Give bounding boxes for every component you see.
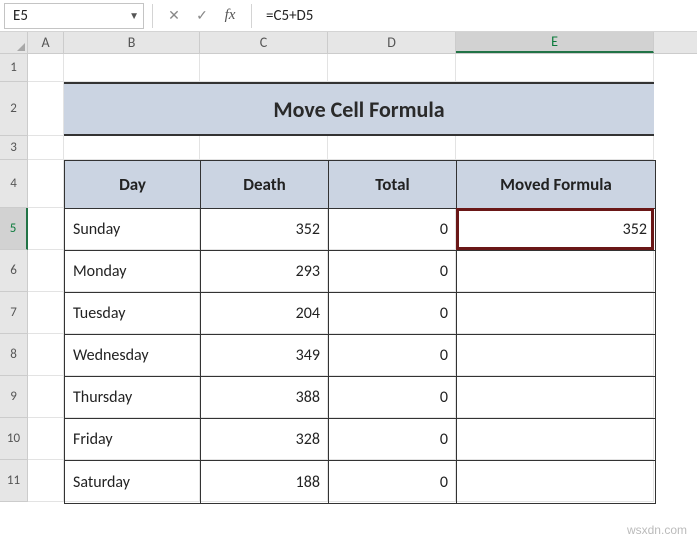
cell-day[interactable]: Saturday — [65, 461, 201, 503]
cell[interactable] — [28, 250, 64, 292]
row-header[interactable]: 6 — [0, 250, 28, 292]
cell-day[interactable]: Wednesday — [65, 335, 201, 377]
col-header-B[interactable]: B — [64, 32, 200, 53]
cell-total[interactable]: 0 — [329, 461, 457, 503]
cell[interactable] — [28, 136, 64, 160]
cell-death[interactable]: 328 — [201, 419, 329, 461]
row-header[interactable]: 5 — [0, 208, 28, 250]
cell-death[interactable]: 293 — [201, 251, 329, 293]
cell-moved[interactable]: 352 — [457, 209, 655, 251]
col-header-D[interactable]: D — [328, 32, 456, 53]
cell-total[interactable]: 0 — [329, 419, 457, 461]
separator — [152, 4, 153, 28]
cell-death[interactable]: 349 — [201, 335, 329, 377]
cell-total[interactable]: 0 — [329, 377, 457, 419]
name-box-dropdown-icon[interactable]: ▼ — [129, 9, 139, 22]
col-total-header: Total — [329, 161, 457, 209]
cell[interactable] — [200, 54, 328, 82]
page-title: Move Cell Formula — [64, 82, 654, 136]
name-box-value: E5 — [13, 7, 129, 25]
select-all-corner[interactable] — [0, 32, 28, 53]
row-header[interactable]: 9 — [0, 376, 28, 418]
cell-death[interactable]: 388 — [201, 377, 329, 419]
cell-total[interactable]: 0 — [329, 293, 457, 335]
formula-input[interactable]: =C5+D5 — [260, 3, 697, 29]
spreadsheet-grid: A B C D E 1 2 3 4 5 6 7 8 9 10 11 Move C… — [0, 32, 697, 502]
cell[interactable] — [28, 376, 64, 418]
cell[interactable] — [28, 160, 64, 208]
row-header[interactable]: 3 — [0, 136, 28, 160]
formula-bar: E5 ▼ ✕ ✓ fx =C5+D5 — [0, 0, 697, 32]
cell-day[interactable]: Tuesday — [65, 293, 201, 335]
cell-moved[interactable] — [457, 461, 655, 503]
cell[interactable] — [328, 54, 456, 82]
cell-moved[interactable] — [457, 251, 655, 293]
name-box[interactable]: E5 ▼ — [4, 3, 144, 29]
cell[interactable] — [64, 54, 200, 82]
cell[interactable] — [64, 136, 200, 160]
col-header-A[interactable]: A — [28, 32, 64, 53]
cell[interactable] — [200, 136, 328, 160]
cell[interactable] — [28, 292, 64, 334]
row-header[interactable]: 4 — [0, 160, 28, 208]
cell-moved[interactable] — [457, 293, 655, 335]
cell-death[interactable]: 352 — [201, 209, 329, 251]
fx-icon[interactable]: fx — [217, 4, 243, 28]
cell[interactable] — [28, 334, 64, 376]
cell-moved[interactable] — [457, 377, 655, 419]
row-header[interactable]: 11 — [0, 460, 28, 502]
cell-total[interactable]: 0 — [329, 209, 457, 251]
separator — [251, 4, 252, 28]
column-headers: A B C D E — [0, 32, 697, 54]
row-header[interactable]: 1 — [0, 54, 28, 82]
col-day-header: Day — [65, 161, 201, 209]
row-header[interactable]: 7 — [0, 292, 28, 334]
cell-death[interactable]: 188 — [201, 461, 329, 503]
cell[interactable] — [28, 54, 64, 82]
cell-day[interactable]: Friday — [65, 419, 201, 461]
cell[interactable] — [328, 136, 456, 160]
col-death-header: Death — [201, 161, 329, 209]
row-header[interactable]: 10 — [0, 418, 28, 460]
cell[interactable] — [28, 82, 64, 136]
cell[interactable] — [28, 418, 64, 460]
formula-bar-buttons: ✕ ✓ fx — [161, 4, 243, 28]
cell-day[interactable]: Thursday — [65, 377, 201, 419]
col-header-E[interactable]: E — [456, 32, 654, 53]
enter-icon[interactable]: ✓ — [189, 4, 215, 28]
cell-day[interactable]: Monday — [65, 251, 201, 293]
cell[interactable] — [28, 208, 64, 250]
row-header[interactable]: 2 — [0, 82, 28, 136]
cell-total[interactable]: 0 — [329, 251, 457, 293]
cancel-icon[interactable]: ✕ — [161, 4, 187, 28]
cell[interactable] — [456, 136, 654, 160]
cell-total[interactable]: 0 — [329, 335, 457, 377]
cell[interactable] — [28, 460, 64, 502]
data-table: Day Death Total Moved Formula Sunday 352… — [64, 160, 656, 504]
watermark: wsxdn.com — [627, 523, 687, 537]
cell-moved[interactable] — [457, 335, 655, 377]
cell-moved[interactable] — [457, 419, 655, 461]
cell-day[interactable]: Sunday — [65, 209, 201, 251]
cell-death[interactable]: 204 — [201, 293, 329, 335]
cell[interactable] — [456, 54, 654, 82]
row-header[interactable]: 8 — [0, 334, 28, 376]
col-moved-header: Moved Formula — [457, 161, 655, 209]
col-header-C[interactable]: C — [200, 32, 328, 53]
